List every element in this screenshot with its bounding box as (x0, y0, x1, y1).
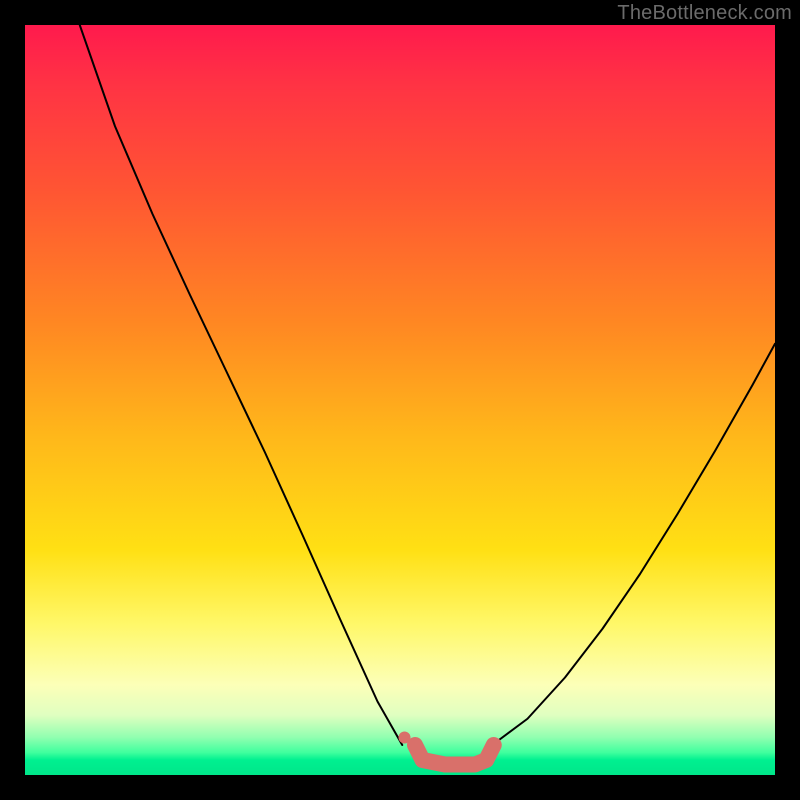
chart-frame: TheBottleneck.com (0, 0, 800, 800)
series-left-curve (80, 25, 403, 745)
series-bottom-highlight (415, 745, 494, 765)
watermark-text: TheBottleneck.com (617, 2, 792, 25)
marker-left-dot (399, 732, 411, 744)
plot-area (25, 25, 775, 775)
chart-svg (25, 25, 775, 775)
series-right-curve (492, 344, 775, 745)
series-group (80, 25, 775, 765)
